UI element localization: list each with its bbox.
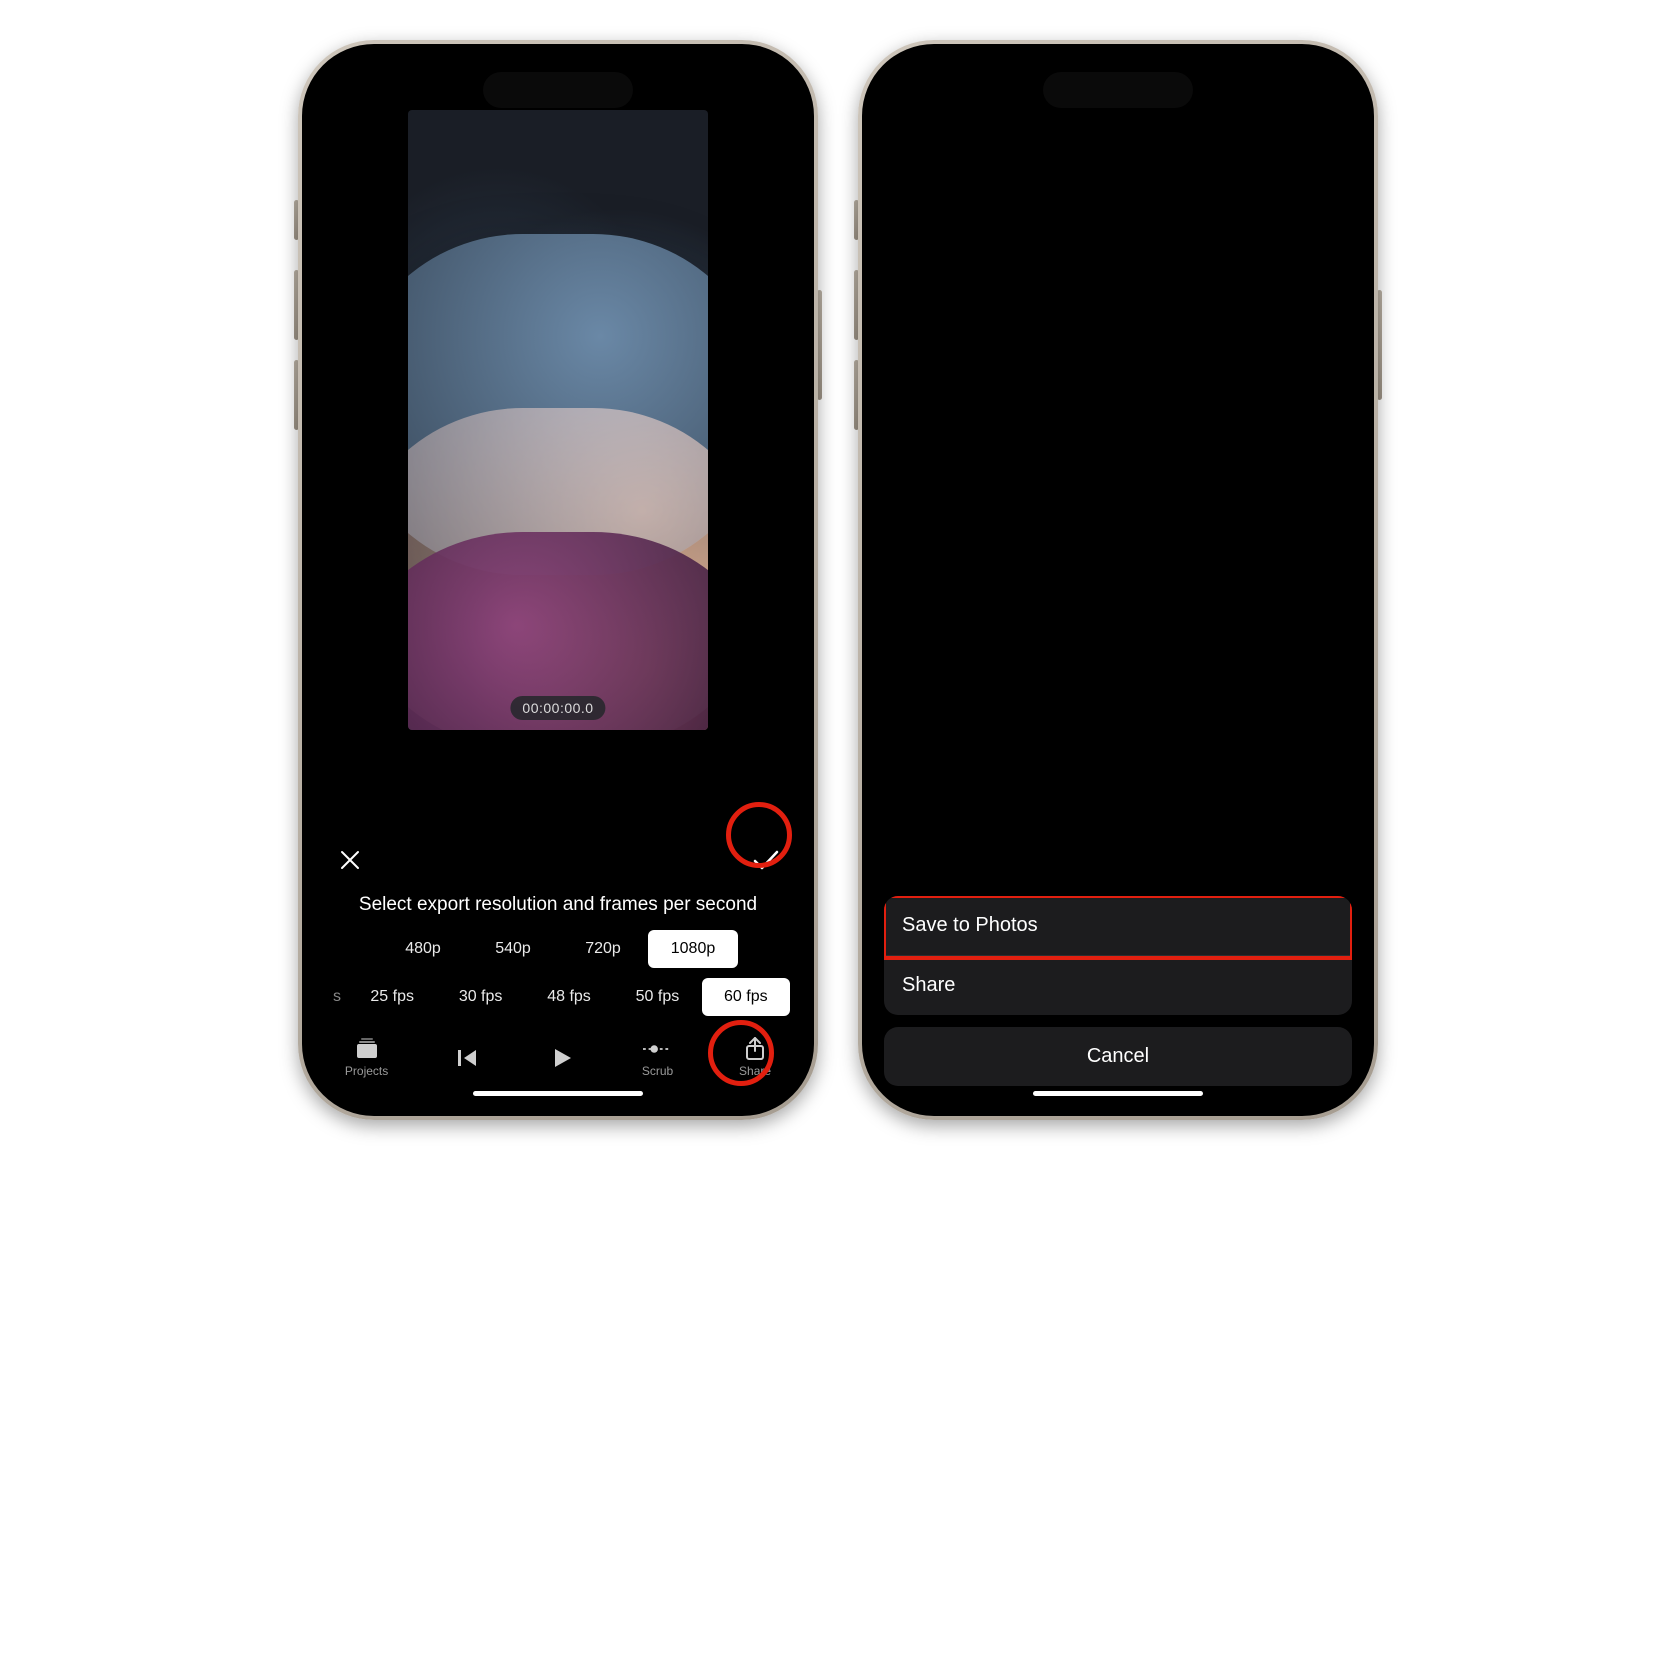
bottom-toolbar: Projects Scrub: [312, 1028, 804, 1088]
skip-back-icon: [454, 1047, 482, 1069]
play-button[interactable]: [548, 1047, 576, 1069]
check-icon: [752, 849, 780, 871]
projects-button[interactable]: Projects: [345, 1038, 388, 1078]
resolution-option-480p[interactable]: 480p: [378, 930, 468, 968]
phone-export-settings: 00:00:00.0 Select export resolution and …: [298, 40, 818, 1120]
phone-share-sheet: Save to Photos Share Cancel: [858, 40, 1378, 1120]
fps-option-truncated[interactable]: s: [326, 978, 348, 1016]
export-prompt: Select export resolution and frames per …: [324, 894, 792, 916]
home-indicator: [1033, 1091, 1203, 1096]
projects-icon: [353, 1038, 381, 1060]
scrub-icon: [643, 1038, 671, 1060]
resolution-option-720p[interactable]: 720p: [558, 930, 648, 968]
share-label: Share: [739, 1064, 771, 1078]
dynamic-island: [1043, 72, 1193, 108]
fps-option-48[interactable]: 48 fps: [525, 978, 613, 1016]
action-group: Save to Photos Share: [884, 896, 1352, 1015]
close-icon: [339, 849, 361, 871]
home-indicator: [473, 1091, 643, 1096]
fps-option-30[interactable]: 30 fps: [436, 978, 524, 1016]
scrub-button[interactable]: Scrub: [642, 1038, 673, 1078]
fps-option-25[interactable]: 25 fps: [348, 978, 436, 1016]
save-to-photos-button[interactable]: Save to Photos: [884, 896, 1352, 955]
share-row-button[interactable]: Share: [884, 955, 1352, 1015]
confirm-button[interactable]: [744, 838, 788, 882]
resolution-option-1080p[interactable]: 1080p: [648, 930, 738, 968]
fps-option-50[interactable]: 50 fps: [613, 978, 701, 1016]
share-icon: [741, 1038, 769, 1060]
skip-back-button[interactable]: [454, 1047, 482, 1069]
share-button[interactable]: Share: [739, 1038, 771, 1078]
scrub-label: Scrub: [642, 1064, 673, 1078]
cancel-button[interactable]: Cancel: [884, 1027, 1352, 1086]
video-preview: 00:00:00.0: [312, 54, 804, 786]
projects-label: Projects: [345, 1064, 388, 1078]
fps-row: s 25 fps 30 fps 48 fps 50 fps 60 fps: [324, 978, 792, 1016]
close-button[interactable]: [328, 838, 372, 882]
export-panel: Select export resolution and frames per …: [312, 832, 804, 1026]
timecode-badge: 00:00:00.0: [510, 696, 605, 720]
resolution-option-540p[interactable]: 540p: [468, 930, 558, 968]
resolution-row: 480p 540p 720p 1080p: [324, 930, 792, 968]
play-icon: [548, 1047, 576, 1069]
action-sheet: Save to Photos Share Cancel: [884, 896, 1352, 1086]
dynamic-island: [483, 72, 633, 108]
fps-option-60[interactable]: 60 fps: [702, 978, 790, 1016]
